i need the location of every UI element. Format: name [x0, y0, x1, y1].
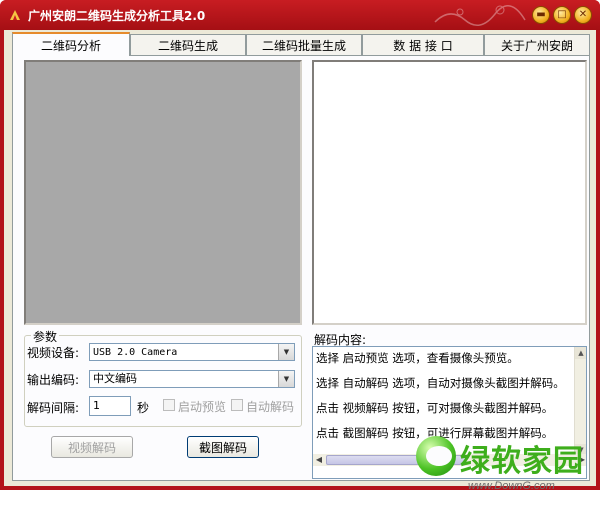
tab-label: 二维码分析: [40, 38, 101, 53]
tab-data-interface[interactable]: 数 据 接 口: [362, 34, 484, 55]
app-icon: [10, 10, 20, 20]
encoding-select[interactable]: 中文编码 ▼: [89, 370, 295, 388]
watermark-logo-icon: [416, 436, 456, 476]
watermark: 绿软家园 www.DownG.com: [414, 430, 594, 510]
scroll-left-icon[interactable]: ◀: [313, 454, 325, 466]
tab-qr-batch-generate[interactable]: 二维码批量生成: [246, 34, 362, 55]
screenshot-decode-button[interactable]: 截图解码: [187, 436, 259, 458]
auto-preview-checkbox[interactable]: [163, 399, 175, 411]
title-bar[interactable]: 广州安朗二维码生成分析工具2.0 ▬ □ ✕: [0, 0, 600, 30]
tab-label: 二维码生成: [157, 38, 218, 53]
watermark-url: www.DownG.com: [468, 480, 555, 492]
screenshot-decode-label: 截图解码: [198, 440, 247, 455]
maximize-icon: □: [557, 9, 567, 20]
minimize-button[interactable]: ▬: [532, 6, 550, 24]
close-icon: ✕: [578, 9, 588, 20]
auto-preview-label: 启动预览: [178, 400, 227, 414]
app-window: 广州安朗二维码生成分析工具2.0 ▬ □ ✕ 二维码分析 二维码生成 二维码批量…: [0, 0, 600, 492]
tab-label: 关于广州安朗: [500, 38, 573, 53]
client-area: 二维码分析 二维码生成 二维码批量生成 数 据 接 口 关于广州安朗 参数 视频…: [4, 30, 596, 492]
minimize-icon: ▬: [536, 9, 546, 20]
device-select[interactable]: USB 2.0 Camera ▼: [89, 343, 295, 361]
interval-label: 解码间隔:: [27, 401, 80, 415]
video-preview-area: [24, 60, 302, 325]
tab-about[interactable]: 关于广州安朗: [484, 34, 590, 55]
result-line: 选择 启动预览 选项，查看摄像头预览。: [316, 351, 519, 365]
auto-decode-checkbox[interactable]: [231, 399, 243, 411]
video-decode-button[interactable]: 视频解码: [51, 436, 133, 458]
result-line: 选择 自动解码 选项，自动对摄像头截图并解码。: [316, 376, 565, 390]
encoding-value: 中文编码: [93, 372, 137, 385]
tab-label: 数 据 接 口: [393, 38, 453, 53]
chevron-down-icon[interactable]: ▼: [278, 371, 294, 387]
title-decoration-icon: [434, 5, 526, 26]
interval-value: 1: [93, 399, 100, 412]
close-button[interactable]: ✕: [574, 6, 592, 24]
watermark-text: 绿软家园: [460, 444, 584, 479]
window-title: 广州安朗二维码生成分析工具2.0: [28, 9, 206, 23]
screenshot-image-area: [312, 60, 587, 325]
interval-input[interactable]: 1: [89, 396, 131, 416]
device-label: 视频设备:: [27, 346, 80, 360]
interval-unit: 秒: [137, 401, 150, 415]
tab-label: 二维码批量生成: [261, 38, 346, 53]
tab-panel-qr-analyze: 参数 视频设备: USB 2.0 Camera ▼ 输出编码: 中文编码 ▼ 解…: [12, 55, 590, 481]
params-legend: 参数: [31, 328, 60, 345]
params-groupbox: 参数 视频设备: USB 2.0 Camera ▼ 输出编码: 中文编码 ▼ 解…: [24, 328, 302, 427]
encoding-label: 输出编码:: [27, 373, 80, 387]
auto-decode-label: 自动解码: [246, 400, 295, 414]
result-line: 点击 视频解码 按钮，可对摄像头截图并解码。: [316, 401, 554, 415]
maximize-button[interactable]: □: [553, 6, 571, 24]
tab-qr-analyze[interactable]: 二维码分析: [12, 32, 130, 56]
device-value: USB 2.0 Camera: [93, 347, 178, 358]
scroll-up-icon[interactable]: ▲: [575, 347, 586, 359]
video-decode-label: 视频解码: [67, 440, 116, 455]
chevron-down-icon[interactable]: ▼: [278, 344, 294, 360]
tab-qr-generate[interactable]: 二维码生成: [130, 34, 246, 55]
